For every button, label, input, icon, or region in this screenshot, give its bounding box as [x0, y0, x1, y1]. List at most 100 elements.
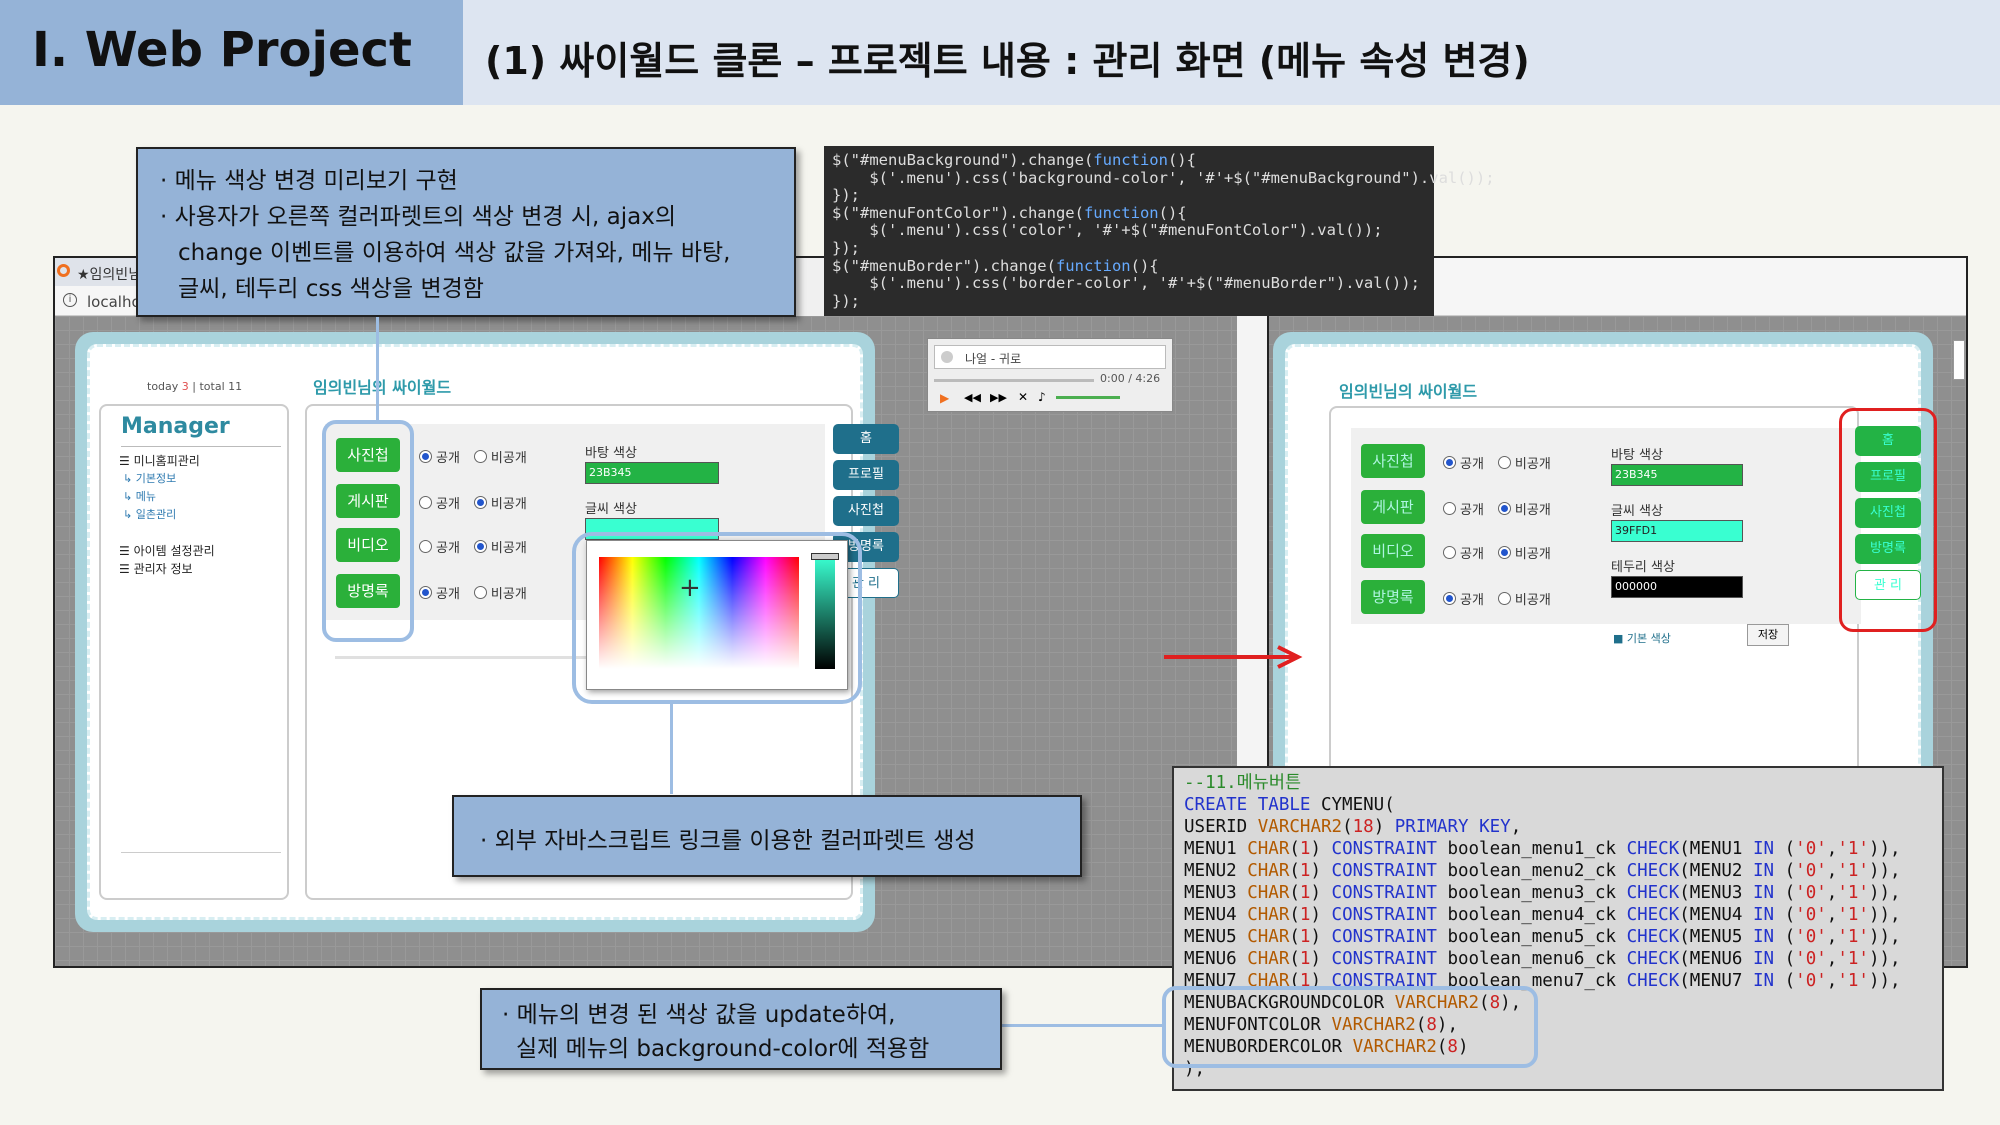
radio-open[interactable] — [419, 586, 432, 599]
volume-icon[interactable]: ♪ — [1038, 390, 1046, 404]
slide-header: (1) 싸이월드 클론 – 프로젝트 내용 : 관리 화면 (메뉴 속성 변경) — [463, 0, 2000, 105]
radio-open[interactable] — [419, 450, 432, 463]
nav-item-menu[interactable]: ↳ 메뉴 — [123, 488, 156, 504]
manager-title: Manager — [121, 414, 230, 439]
bg-color-input[interactable]: 23B345 — [585, 462, 719, 484]
side-tab-profile[interactable]: 프로필 — [833, 460, 899, 490]
code-line: $('.menu').css('color', '#'+$("#menuFont… — [832, 221, 1383, 240]
code-line: MENU3 CHAR(1) CONSTRAINT boolean_menu3_c… — [1184, 883, 1901, 903]
radio-open[interactable] — [1443, 456, 1456, 469]
song-title-box: 나얼 - 귀로 — [934, 345, 1166, 369]
browser-favicon-icon — [57, 264, 70, 277]
next-icon[interactable]: ▶▶ — [990, 391, 1007, 404]
code-line: MENU4 CHAR(1) CONSTRAINT boolean_menu4_c… — [1184, 905, 1901, 925]
info-icon: i — [63, 293, 77, 307]
slide-title: (1) 싸이월드 클론 – 프로젝트 내용 : 관리 화면 (메뉴 속성 변경) — [485, 39, 1530, 83]
manager-sidebar: Manager ☰ 미니홈피관리 ↳ 기본정보 ↳ 메뉴 ↳ 일촌관리 ☰ 아이… — [99, 404, 289, 900]
preview-callout: · 메뉴 색상 변경 미리보기 구현 · 사용자가 오른쪽 컬러파렛트의 색상 … — [136, 147, 796, 317]
visibility-row-board: 공개 비공개 — [419, 492, 541, 512]
code-line: MENU2 CHAR(1) CONSTRAINT boolean_menu2_c… — [1184, 861, 1901, 881]
radio-closed[interactable] — [1497, 502, 1511, 515]
music-player: 나얼 - 귀로 0:00 / 4:26 ▶ ◀◀ ▶▶ ✕ ♪ — [927, 338, 1173, 412]
js-code-block: $("#menuBackground").change(function(){ … — [824, 146, 1495, 316]
radio-open[interactable] — [1443, 546, 1456, 559]
code-line: }); — [832, 291, 860, 310]
visibility-row-guestbook: 공개 비공개 — [419, 582, 541, 602]
code-line: }); — [832, 238, 860, 257]
radio-open[interactable] — [419, 496, 432, 509]
code-line: $('.menu').css('border-color', '#'+$("#m… — [832, 274, 1420, 293]
song-title: 나얼 - 귀로 — [965, 352, 1022, 366]
visibility-row-guestbook: 공개 비공개 — [1443, 588, 1565, 608]
code-line: }); — [832, 186, 860, 205]
radio-closed[interactable] — [473, 496, 487, 509]
visibility-row-photo: 공개 비공개 — [1443, 452, 1565, 472]
code-line: $("#menuBorder").change(function(){ — [832, 256, 1159, 275]
site-title: 임의빈님의 싸이월드 — [1339, 382, 1478, 401]
side-tabs-highlight — [1839, 408, 1937, 632]
crosshair-icon: + — [679, 573, 701, 603]
url-text: localho — [87, 293, 141, 311]
color-picker-callout: · 외부 자바스크립트 링크를 이용한 컬러파렛트 생성 — [452, 795, 1082, 877]
menu-button-video[interactable]: 비디오 — [1361, 534, 1425, 568]
visitor-counter: today 3 | total 11 — [147, 380, 243, 393]
update-callout: · 메뉴의 변경 된 색상 값을 update하여, 실제 메뉴의 backgr… — [480, 988, 1002, 1070]
radio-closed[interactable] — [473, 586, 487, 599]
slider-handle[interactable] — [811, 553, 839, 560]
nav-item-admin[interactable]: ☰ 관리자 정보 — [119, 560, 193, 577]
radio-closed[interactable] — [1497, 592, 1511, 605]
shuffle-icon[interactable]: ✕ — [1018, 390, 1028, 404]
menu-button-board[interactable]: 게시판 — [1361, 490, 1425, 524]
radio-closed[interactable] — [1497, 546, 1511, 559]
site-title: 임의빈님의 싸이월드 — [313, 378, 452, 397]
font-color-input[interactable]: 39FFD1 — [1611, 520, 1743, 542]
bg-color-label: 바탕 색상 — [585, 446, 637, 461]
side-tab-home[interactable]: 홈 — [833, 424, 899, 454]
prev-icon[interactable]: ◀◀ — [964, 391, 981, 404]
code-line: MENU6 CHAR(1) CONSTRAINT boolean_menu6_c… — [1184, 949, 1901, 969]
disc-icon — [941, 351, 953, 363]
visibility-row-video: 공개 비공개 — [1443, 542, 1565, 562]
progress-bar[interactable] — [934, 379, 1094, 382]
transition-arrow-icon — [1164, 645, 1303, 669]
nav-item-items[interactable]: ☰ 아이템 설정관리 — [119, 542, 215, 559]
nav-item-basic-info[interactable]: ↳ 기본정보 — [123, 470, 176, 486]
menu-button-guestbook[interactable]: 방명록 — [1361, 580, 1425, 614]
font-color-label: 글씨 색상 — [585, 502, 637, 517]
border-color-input[interactable]: 000000 — [1611, 576, 1743, 598]
save-button[interactable]: 저장 — [1747, 624, 1789, 646]
menu-button-photo[interactable]: 사진첩 — [1361, 444, 1425, 478]
radio-open[interactable] — [419, 540, 432, 553]
nav-item-minihome[interactable]: ☰ 미니홈피관리 — [119, 452, 200, 469]
side-tab-photo[interactable]: 사진첩 — [833, 496, 899, 526]
section-header: Ⅰ. Web Project — [0, 0, 463, 105]
color-picker[interactable]: + — [586, 540, 848, 690]
radio-closed[interactable] — [473, 450, 487, 463]
total-label: total 11 — [199, 380, 243, 393]
play-time: 0:00 / 4:26 — [1100, 372, 1161, 385]
code-line: $("#menuBackground").change(function(){ — [832, 151, 1196, 169]
code-line: MENU5 CHAR(1) CONSTRAINT boolean_menu5_c… — [1184, 927, 1901, 947]
menu-buttons-highlight — [322, 420, 414, 642]
nav-item-ilchon[interactable]: ↳ 일촌관리 — [123, 506, 176, 522]
volume-slider[interactable] — [1056, 396, 1120, 399]
play-icon[interactable]: ▶ — [940, 391, 949, 405]
browser-tab-title: ★임의빈님 — [77, 267, 142, 283]
color-columns-highlight — [1162, 986, 1538, 1068]
radio-open[interactable] — [1443, 502, 1456, 515]
visibility-row-photo: 공개 비공개 — [419, 446, 541, 466]
bg-color-label: 바탕 색상 — [1611, 448, 1663, 463]
radio-closed[interactable] — [473, 540, 487, 553]
radio-closed[interactable] — [1497, 456, 1511, 469]
bg-color-input[interactable]: 23B345 — [1611, 464, 1743, 486]
default-color-link[interactable]: ■ 기본 색상 — [1613, 630, 1671, 646]
radio-open[interactable] — [1443, 592, 1456, 605]
code-line: --11.메뉴버튼 — [1184, 773, 1302, 793]
border-color-label: 테두리 색상 — [1611, 560, 1675, 575]
code-line: CREATE TABLE CYMENU( — [1184, 795, 1395, 815]
font-color-label: 글씨 색상 — [1611, 504, 1663, 519]
section-title: Ⅰ. Web Project — [32, 22, 412, 78]
today-label: today — [147, 380, 179, 393]
code-line: MENU1 CHAR(1) CONSTRAINT boolean_menu1_c… — [1184, 839, 1901, 859]
brightness-slider[interactable] — [815, 557, 835, 669]
